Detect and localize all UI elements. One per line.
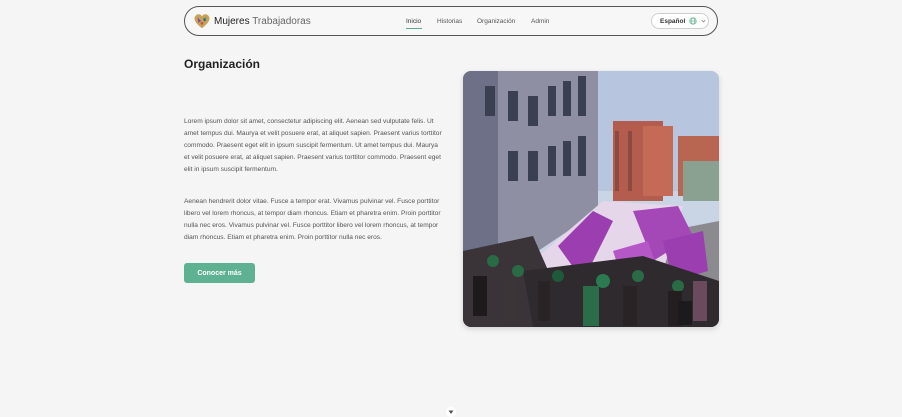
active-link-indicator bbox=[406, 28, 422, 29]
language-selector[interactable]: Español bbox=[651, 13, 709, 29]
nav-link-inicio[interactable]: Inicio bbox=[406, 18, 421, 25]
march-photo-illustration bbox=[463, 71, 719, 327]
second-paragraph: Aenean hendrerit dolor vitae. Fusce a te… bbox=[184, 198, 441, 241]
top-navbar: Mujeres Trabajadoras Inicio Historias Or… bbox=[184, 6, 718, 36]
intro-paragraph: Lorem ipsum dolor sit amet, consectetur … bbox=[184, 118, 442, 173]
nav-link-historias[interactable]: Historias bbox=[437, 18, 462, 25]
globe-icon bbox=[689, 17, 697, 25]
language-label: Español bbox=[660, 18, 686, 25]
chevron-down-icon bbox=[701, 19, 706, 23]
page-title: Organización bbox=[184, 57, 261, 71]
brand-secondary: Trabajadoras bbox=[252, 16, 311, 27]
scroll-down-icon[interactable] bbox=[446, 407, 456, 417]
heart-logo-icon[interactable] bbox=[193, 12, 211, 30]
brand-primary: Mujeres bbox=[214, 16, 250, 27]
nav-link-admin[interactable]: Admin bbox=[531, 18, 549, 25]
learn-more-button[interactable]: Conocer más bbox=[184, 263, 255, 283]
march-photo bbox=[463, 71, 719, 327]
nav-link-organizacion[interactable]: Organización bbox=[477, 18, 515, 25]
brand-name[interactable]: Mujeres Trabajadoras bbox=[214, 16, 311, 27]
